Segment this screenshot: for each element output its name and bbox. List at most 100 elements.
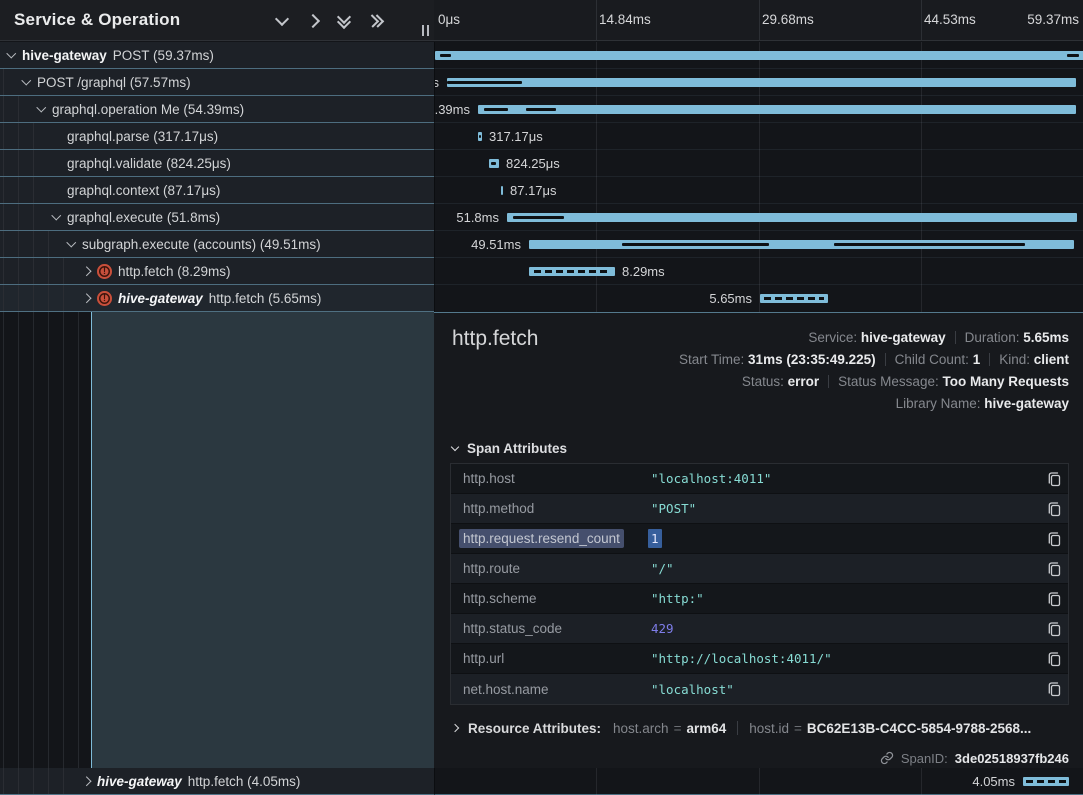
span-duration-bar[interactable] xyxy=(507,213,1077,222)
expand-all-icon[interactable] xyxy=(368,16,382,26)
span-attributes-header[interactable]: Span Attributes xyxy=(452,441,567,456)
span-timeline-cell: 49.51ms xyxy=(434,231,1083,258)
span-duration-bar[interactable] xyxy=(489,159,499,168)
span-service-name: hive-gateway xyxy=(22,48,107,63)
span-tree-label: graphql.validate (824.25μs) xyxy=(0,150,434,176)
span-tree-item[interactable]: graphql.operation Me (54.39ms) xyxy=(0,96,434,123)
resource-key: host.id xyxy=(749,721,789,736)
span-rows: hive-gatewayPOST (59.37ms) POST /graphql … xyxy=(0,42,1083,312)
span-tree-item[interactable]: hive-gatewayPOST (59.37ms) xyxy=(0,42,434,69)
copy-icon[interactable] xyxy=(1040,471,1068,487)
self-time-mark xyxy=(447,81,522,84)
span-duration-bar[interactable] xyxy=(1023,777,1069,786)
span-tree-label: ! http.fetch (8.29ms) xyxy=(0,258,434,284)
copy-icon[interactable] xyxy=(1040,591,1068,607)
chevron-down-icon[interactable] xyxy=(38,107,52,111)
self-time-mark xyxy=(622,243,769,246)
expand-one-icon[interactable] xyxy=(306,16,320,26)
attribute-row: http.request.resend_count1 xyxy=(451,524,1068,554)
selected-span-highlight xyxy=(91,312,434,768)
span-row: subgraph.execute (accounts) (49.51ms) 49.… xyxy=(0,231,1083,258)
span-tree-label: graphql.operation Me (54.39ms) xyxy=(0,96,434,122)
span-tree-label: graphql.context (87.17μs) xyxy=(0,177,434,203)
self-time-mark xyxy=(479,135,481,138)
chevron-right-icon[interactable] xyxy=(83,778,97,785)
bar-duration-label: 5.65ms xyxy=(709,285,752,312)
span-tree-item[interactable]: ! http.fetch (8.29ms) xyxy=(0,258,434,285)
copy-icon[interactable] xyxy=(1040,651,1068,667)
attribute-value: "POST" xyxy=(651,501,1040,516)
span-tree-item[interactable]: graphql.parse (317.17μs) xyxy=(0,123,434,150)
chevron-down-icon[interactable] xyxy=(53,215,67,219)
span-row: graphql.parse (317.17μs) 317.17μs xyxy=(0,123,1083,150)
span-operation-name: graphql.execute (51.8ms) xyxy=(67,210,220,225)
resource-value: arm64 xyxy=(686,721,726,736)
meta-line: Start Time: 31ms (23:35:49.225)Child Cou… xyxy=(679,349,1069,371)
tree-header-controls xyxy=(275,0,382,41)
span-duration-bar[interactable] xyxy=(529,267,615,276)
span-tree-item[interactable]: subgraph.execute (accounts) (49.51ms) xyxy=(0,231,434,258)
chevron-down-icon xyxy=(451,443,459,451)
span-operation-name: graphql.operation Me (54.39ms) xyxy=(52,102,244,117)
timeline-header: 0μs 14.84ms 29.68ms 44.53ms 59.37ms xyxy=(434,0,1083,41)
span-duration-bar[interactable] xyxy=(501,186,503,195)
meta-value: hive-gateway xyxy=(861,330,946,345)
span-timeline-cell: 57.57ms xyxy=(434,69,1083,96)
collapse-one-icon[interactable] xyxy=(275,17,289,24)
span-row: graphql.execute (51.8ms) 51.8ms xyxy=(0,204,1083,231)
span-duration-bar[interactable] xyxy=(478,105,1076,114)
meta-line: Service: hive-gatewayDuration: 5.65ms xyxy=(679,327,1069,349)
span-tree-item[interactable]: graphql.context (87.17μs) xyxy=(0,177,434,204)
meta-label: Service: xyxy=(808,330,861,345)
copy-icon[interactable] xyxy=(1040,501,1068,517)
chevron-down-icon[interactable] xyxy=(68,242,82,246)
copy-icon[interactable] xyxy=(1040,621,1068,637)
span-timeline-cell: 5.65ms xyxy=(434,285,1083,312)
chevron-right-icon[interactable] xyxy=(83,295,97,302)
span-id-label: SpanID: xyxy=(901,751,948,766)
span-tree-label: graphql.parse (317.17μs) xyxy=(0,123,434,149)
chevron-right-icon xyxy=(452,724,459,732)
span-timeline-cell: 317.17μs xyxy=(434,123,1083,150)
selected-span-row-extension xyxy=(0,312,434,768)
span-duration-bar[interactable] xyxy=(447,78,1076,87)
span-timeline-cell: 51.8ms xyxy=(434,204,1083,231)
self-time-mark xyxy=(491,162,496,165)
span-duration-bar[interactable] xyxy=(478,132,482,141)
span-meta: Service: hive-gatewayDuration: 5.65msSta… xyxy=(679,327,1069,415)
bar-duration-label: 51.8ms xyxy=(456,204,499,231)
collapse-all-icon[interactable] xyxy=(337,15,351,27)
span-operation-name: http.fetch (8.29ms) xyxy=(118,264,231,279)
chevron-down-icon[interactable] xyxy=(23,80,37,84)
self-time-mark xyxy=(484,108,508,111)
span-tree-item[interactable]: POST /graphql (57.57ms) xyxy=(0,69,434,96)
span-id-value: 3de02518937fb246 xyxy=(955,751,1069,766)
meta-label: Status: xyxy=(742,374,788,389)
copy-icon[interactable] xyxy=(1040,531,1068,547)
span-tree-item[interactable]: graphql.execute (51.8ms) xyxy=(0,204,434,231)
chevron-right-icon[interactable] xyxy=(83,268,97,275)
link-icon[interactable] xyxy=(880,751,894,765)
span-tree-item[interactable]: graphql.validate (824.25μs) xyxy=(0,150,434,177)
attribute-row: http.host"localhost:4011" xyxy=(451,464,1068,494)
span-row: graphql.operation Me (54.39ms)54.39ms xyxy=(0,96,1083,123)
panel-resize-handle[interactable] xyxy=(422,25,429,36)
copy-icon[interactable] xyxy=(1040,561,1068,577)
span-duration-bar[interactable] xyxy=(760,294,828,303)
copy-icon[interactable] xyxy=(1040,681,1068,697)
span-operation-name: POST /graphql (57.57ms) xyxy=(37,75,191,90)
span-tree-item[interactable]: hive-gatewayhttp.fetch (4.05ms) xyxy=(0,768,434,795)
bar-duration-label: 49.51ms xyxy=(471,231,521,258)
span-duration-bar[interactable] xyxy=(435,51,1083,60)
chevron-down-icon[interactable] xyxy=(8,53,22,57)
resource-attributes-row[interactable]: Resource Attributes: host.arch=arm64host… xyxy=(452,715,1069,741)
span-operation-name: graphql.parse (317.17μs) xyxy=(67,129,218,144)
attribute-row: http.status_code429 xyxy=(451,614,1068,644)
span-timeline-cell: 824.25μs xyxy=(434,150,1083,177)
self-time-mark xyxy=(526,108,556,111)
error-icon: ! xyxy=(97,264,112,279)
span-tree-item[interactable]: !hive-gatewayhttp.fetch (5.65ms) xyxy=(0,285,434,312)
span-duration-bar[interactable] xyxy=(529,240,1074,249)
meta-line: Status: errorStatus Message: Too Many Re… xyxy=(679,371,1069,393)
attribute-key: net.host.name xyxy=(451,682,651,697)
